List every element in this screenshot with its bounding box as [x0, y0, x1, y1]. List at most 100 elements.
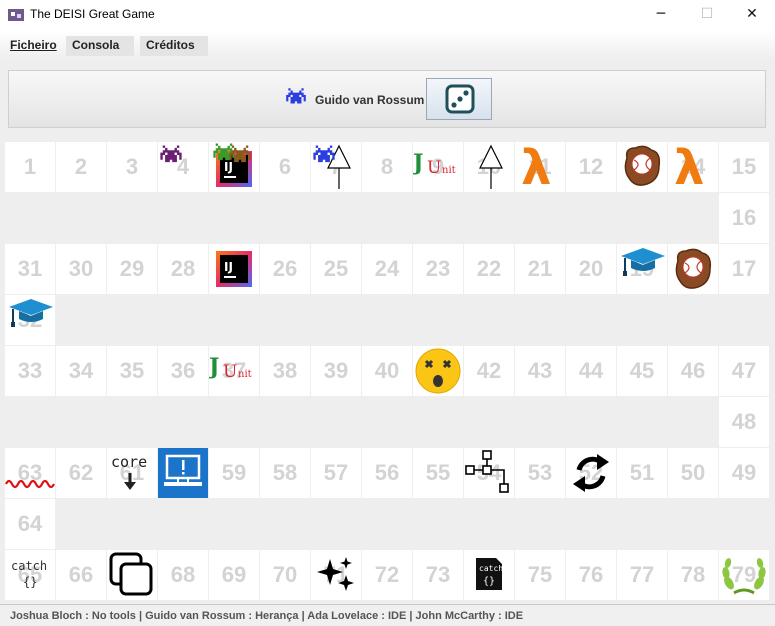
- board-cell-33: 33: [5, 346, 55, 396]
- board-cell-20: 20: [566, 244, 616, 294]
- board-cell-25: 25: [311, 244, 361, 294]
- copy-windows-icon: [109, 552, 155, 602]
- cell-number: 36: [170, 358, 196, 383]
- board-cell-10: 10: [464, 142, 514, 192]
- maximize-button[interactable]: ☐: [684, 0, 730, 30]
- cell-number: 26: [272, 256, 298, 281]
- squiggle-bug-icon: [5, 476, 55, 496]
- baseball-glove-icon: [672, 247, 714, 295]
- sparkles-icon: [316, 555, 356, 599]
- board-cell-34: 34: [56, 346, 106, 396]
- space-invader-purple: [158, 144, 184, 170]
- board-cell-36: 36: [158, 346, 208, 396]
- board-cell-26: 26: [260, 244, 310, 294]
- cell-number: 2: [74, 154, 88, 179]
- cell-number: 58: [272, 460, 298, 485]
- blue-screen-icon: [158, 448, 208, 502]
- board-cell-27: 27IJ: [209, 244, 259, 294]
- player-panel: Guido van Rossum: [8, 70, 766, 128]
- board-cell-31: 31: [5, 244, 55, 294]
- svg-text:U: U: [223, 362, 237, 382]
- cell-number: 64: [17, 511, 43, 536]
- cell-number: 3: [125, 154, 139, 179]
- board-cell-59: 59: [209, 448, 259, 498]
- close-button[interactable]: ✕: [729, 0, 775, 30]
- lambda-icon: λ: [517, 140, 565, 196]
- cell-number: 43: [527, 358, 553, 383]
- board-cell-3: 3: [107, 142, 157, 192]
- cell-number: 21: [527, 256, 553, 281]
- space-invader-blue-icon: [286, 88, 306, 104]
- junit-icon: J Unit: [207, 352, 255, 386]
- board-cell-73: 73: [413, 550, 463, 600]
- cell-number: 25: [323, 256, 349, 281]
- board-cell-35: 35: [107, 346, 157, 396]
- board-cell-55: 55: [413, 448, 463, 498]
- board-cell-38: 38: [260, 346, 310, 396]
- cell-number: 46: [680, 358, 706, 383]
- board-cell-67: 67: [107, 550, 157, 600]
- graduation-cap-icon: [7, 297, 55, 333]
- cell-number: 69: [221, 562, 247, 587]
- cell-number: 34: [68, 358, 94, 383]
- board-cell-41: 41: [413, 346, 463, 396]
- inheritance-arrow-icon: [476, 144, 506, 194]
- cell-number: 33: [17, 358, 43, 383]
- board-cell-53: 53: [515, 448, 565, 498]
- board-cell-39: 39: [311, 346, 361, 396]
- cell-number: 55: [425, 460, 451, 485]
- player-token-blue-icon: [311, 144, 337, 170]
- current-player-name: Guido van Rossum: [315, 93, 425, 107]
- menu-bar: Ficheiro Consola Créditos: [0, 30, 775, 60]
- svg-text:nit: nit: [238, 369, 252, 380]
- board-cell-42: 42: [464, 346, 514, 396]
- cell-number: 56: [374, 460, 400, 485]
- board-cell-21: 21: [515, 244, 565, 294]
- cell-number: 73: [425, 562, 451, 587]
- board-cell-2: 2: [56, 142, 106, 192]
- board-cell-30: 30: [56, 244, 106, 294]
- cell-number: 17: [731, 256, 757, 281]
- board-cell-23: 23: [413, 244, 463, 294]
- svg-text:λ: λ: [674, 142, 704, 190]
- cell-number: 77: [629, 562, 655, 587]
- refresh-cycle-icon: [571, 450, 611, 500]
- board-cell-75: 75: [515, 550, 565, 600]
- graduation-cap-icon: [619, 246, 667, 282]
- board-cell-74: 74catch{}: [464, 550, 514, 600]
- cell-number: 45: [629, 358, 655, 383]
- board-cell-63: 63: [5, 448, 55, 498]
- cell-number: 31: [17, 256, 43, 281]
- menu-ficheiro[interactable]: Ficheiro: [4, 36, 63, 56]
- board-cell-46: 46: [668, 346, 718, 396]
- cell-number: 15: [731, 154, 757, 179]
- svg-text:U: U: [427, 158, 441, 178]
- board-cell-66: 66: [56, 550, 106, 600]
- tree-structure-icon: [464, 449, 514, 501]
- board-cell-17: 17: [719, 244, 769, 294]
- dizzy-face-icon: [415, 348, 461, 398]
- board-cell-28: 28: [158, 244, 208, 294]
- cell-number: 38: [272, 358, 298, 383]
- board-cell-49: 49: [719, 448, 769, 498]
- cell-number: 6: [278, 154, 292, 179]
- cell-number: 76: [578, 562, 604, 587]
- lambda-icon: λ: [670, 140, 718, 196]
- roll-dice-button[interactable]: [426, 78, 492, 120]
- svg-text:J: J: [413, 150, 423, 176]
- board-cell-4: 4: [158, 142, 208, 192]
- board-cell-60: 60: [158, 448, 208, 498]
- board-cell-37: 37 J Unit: [207, 346, 259, 396]
- cell-number: 72: [374, 562, 400, 587]
- menu-creditos[interactable]: Créditos: [140, 36, 208, 56]
- junit-icon: J Unit: [411, 148, 459, 182]
- cell-number: 48: [731, 409, 757, 434]
- board-cell-68: 68: [158, 550, 208, 600]
- board-cell-12: 12: [566, 142, 616, 192]
- menu-consola[interactable]: Consola: [66, 36, 134, 56]
- board-cell-50: 50: [668, 448, 718, 498]
- board-cell-13: 13: [617, 142, 667, 192]
- minimize-button[interactable]: ─: [638, 0, 684, 30]
- cell-number: 20: [578, 256, 604, 281]
- board-cell-54: 54: [464, 448, 514, 498]
